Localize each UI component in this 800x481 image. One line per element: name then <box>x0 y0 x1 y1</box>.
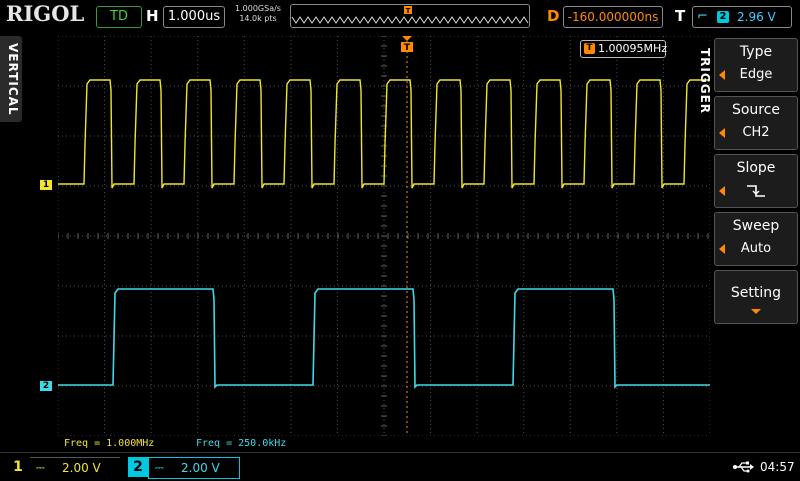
graticule <box>58 36 710 436</box>
menu-item-value: Auto <box>740 241 772 256</box>
sample-rate: 1.000GSa/s <box>235 4 281 13</box>
bottom-status-bar: 1 ⎓ 2.00 V 2 ⎓ 2.00 V 04:57 <box>0 452 800 481</box>
trigger-level: 2.96 V <box>737 10 776 24</box>
submenu-down-arrow-icon <box>751 309 761 314</box>
vertical-menu-label: VERTICAL <box>6 42 20 116</box>
delay-label: D <box>547 7 560 25</box>
trigger-position-badge-text: T <box>404 43 411 53</box>
trigger-label: T <box>675 7 686 25</box>
ch1-tag[interactable]: 1 <box>8 457 28 477</box>
horizontal-label: H <box>146 7 159 25</box>
ch2-tag[interactable]: 2 <box>128 457 148 477</box>
ch1-offset-marker[interactable]: 1 <box>40 180 52 190</box>
menu-left-arrow-icon <box>719 186 725 196</box>
ch2-scale-box[interactable]: ⎓ 2.00 V <box>148 457 240 479</box>
ch2-frequency-measurement: Freq = 250.0kHz <box>196 438 287 449</box>
frequency-counter-badge: T <box>584 43 595 54</box>
frequency-counter-value: 1.00095MHz <box>598 42 668 55</box>
waveform-display[interactable]: T <box>58 36 710 436</box>
menu-item-type[interactable]: Type Edge <box>714 38 798 92</box>
brand-logo: RIGOL <box>6 1 85 26</box>
clock: 04:57 <box>760 460 795 474</box>
falling-edge-icon <box>747 185 765 197</box>
falling-edge-icon: ⌐ <box>697 9 708 24</box>
memory-overview-waveform: T <box>291 6 529 24</box>
timebase-display[interactable]: 1.000us <box>163 6 225 28</box>
delay-display[interactable]: -160.000000ns <box>563 6 663 28</box>
usb-icon <box>733 461 754 473</box>
trigger-source-badge: 2 <box>717 11 729 23</box>
dc-coupling-icon: ⎓ <box>36 461 45 474</box>
frequency-counter: T 1.00095MHz <box>580 40 668 58</box>
menu-item-source[interactable]: Source CH2 <box>714 96 798 150</box>
ch1-volts-per-div: 2.00 V <box>62 461 101 475</box>
dc-coupling-icon: ⎓ <box>155 461 164 474</box>
menu-item-label: Source <box>731 102 781 118</box>
ch1-frequency-measurement: Freq = 1.000MHz <box>64 438 155 449</box>
ch1-scale-box[interactable]: ⎓ 2.00 V <box>30 457 120 478</box>
memory-overview-strip: T <box>290 4 530 28</box>
menu-item-value: CH2 <box>742 125 770 140</box>
menu-item-setting[interactable]: Setting <box>714 270 798 324</box>
menu-item-label: Setting <box>730 285 782 301</box>
ch2-volts-per-div: 2.00 V <box>181 461 220 475</box>
menu-item-value: Edge <box>739 67 773 82</box>
ch2-offset-marker[interactable]: 2 <box>40 381 52 391</box>
memory-depth: 14.0k pts <box>239 14 277 23</box>
menu-item-label: Sweep <box>732 218 780 234</box>
trigger-position-top-marker[interactable]: T <box>401 36 413 53</box>
memory-trigger-badge-text: T <box>406 7 411 15</box>
trigger-status-box[interactable]: ⌐ 2 2.96 V <box>692 6 792 28</box>
menu-item-slope[interactable]: Slope <box>714 154 798 208</box>
run-state-indicator[interactable]: TD <box>96 6 142 28</box>
trigger-menu-title: TRIGGER <box>698 47 712 115</box>
menu-item-sweep[interactable]: Sweep Auto <box>714 212 798 266</box>
menu-item-label: Type <box>739 44 773 60</box>
menu-item-label: Slope <box>736 160 776 176</box>
